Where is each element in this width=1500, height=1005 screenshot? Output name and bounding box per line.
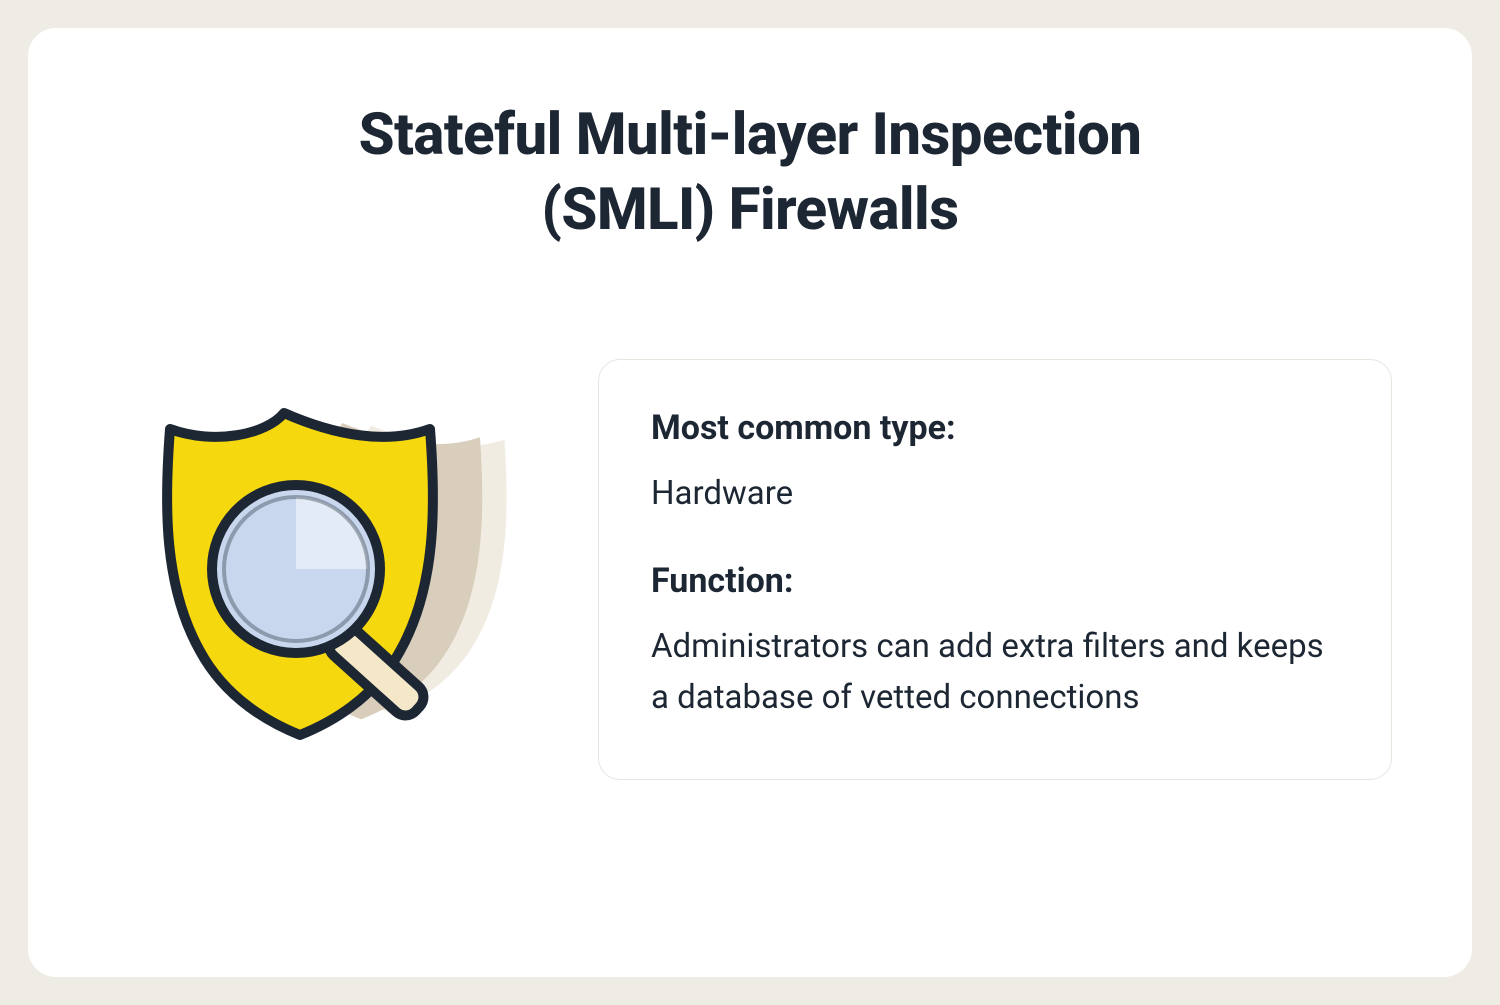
details-panel: Most common type: Hardware Function: Adm… — [598, 359, 1392, 780]
card-content: Most common type: Hardware Function: Adm… — [108, 359, 1392, 780]
section-label-type: Most common type: — [651, 408, 1339, 448]
info-card: Stateful Multi-layer Inspection (SMLI) F… — [28, 28, 1472, 977]
section-value-type: Hardware — [651, 468, 1339, 519]
card-title: Stateful Multi-layer Inspection (SMLI) F… — [300, 98, 1200, 249]
section-value-function: Administrators can add extra filters and… — [651, 621, 1339, 723]
shield-magnifier-icon — [108, 379, 548, 759]
section-label-function: Function: — [651, 561, 1339, 601]
